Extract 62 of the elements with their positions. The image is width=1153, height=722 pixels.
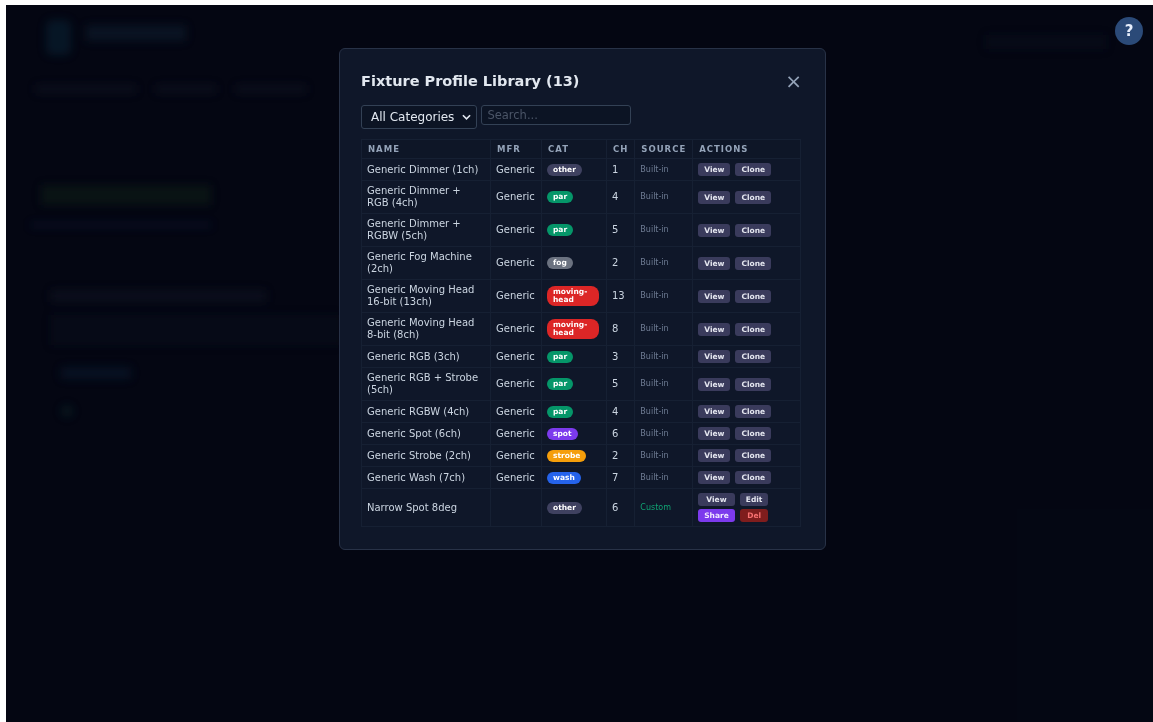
table-cell: Built-in	[634, 444, 693, 467]
column-header: ACTIONS	[692, 139, 801, 159]
table-cell: Generic	[490, 367, 542, 401]
table-cell: Generic	[490, 180, 542, 214]
table-cell: Generic	[490, 279, 542, 313]
table-cell: Generic RGBW (4ch)	[361, 400, 491, 423]
table-cell: Built-in	[634, 345, 693, 368]
table-cell: 5	[606, 367, 635, 401]
table-cell: Built-in	[634, 246, 693, 280]
table-cell: Generic	[490, 246, 542, 280]
table-cell: Built-in	[634, 422, 693, 445]
table-cell: Generic Spot (6ch)	[361, 422, 491, 445]
table-cell: Generic Wash (7ch)	[361, 466, 491, 489]
dialog-title: Fixture Profile Library (13)	[361, 73, 580, 89]
table-cell: Generic Moving Head 8-bit (8ch)	[361, 312, 491, 346]
help-button[interactable]: ?	[1115, 17, 1143, 45]
table-cell: Generic	[490, 400, 542, 423]
table-cell: 13	[606, 279, 635, 313]
table-cell: Generic Dimmer + RGBW (5ch)	[361, 213, 491, 247]
table-cell: 8	[606, 312, 635, 346]
column-header: CH	[606, 139, 635, 159]
table-cell: Built-in	[634, 466, 693, 489]
table-cell: Built-in	[634, 279, 693, 313]
table-cell: 6	[606, 422, 635, 445]
table-cell: Built-in	[634, 158, 693, 181]
table-cell: Generic	[490, 422, 542, 445]
table-cell: Generic	[490, 466, 542, 489]
table-cell: 5	[606, 213, 635, 247]
category-select[interactable]: All Categories	[361, 105, 478, 129]
table-cell: Generic RGB + Strobe (5ch)	[361, 367, 491, 401]
column-header: MFR	[490, 139, 542, 159]
column-header: SOURCE	[634, 139, 693, 159]
table-cell: Custom	[634, 488, 693, 527]
table-cell: Generic Dimmer + RGB (4ch)	[361, 180, 491, 214]
table-cell: 2	[606, 246, 635, 280]
table-cell: Generic	[490, 312, 542, 346]
table-cell: Generic Fog Machine (2ch)	[361, 246, 491, 280]
column-header: NAME	[361, 139, 491, 159]
table-cell: 7	[606, 466, 635, 489]
table-cell: 4	[606, 180, 635, 214]
table-cell: Generic	[490, 158, 542, 181]
table-cell: Generic	[490, 345, 542, 368]
table-cell: Built-in	[634, 213, 693, 247]
table-cell: Generic Dimmer (1ch)	[361, 158, 491, 181]
chevron-icon	[462, 114, 472, 120]
table-cell: Generic Strobe (2ch)	[361, 444, 491, 467]
column-header: CAT	[541, 139, 607, 159]
table-cell: Generic RGB (3ch)	[361, 345, 491, 368]
table-cell: 2	[606, 444, 635, 467]
table-cell: Built-in	[634, 367, 693, 401]
table-cell: Generic Moving Head 16-bit (13ch)	[361, 279, 491, 313]
table-cell: 4	[606, 400, 635, 423]
table-cell: Built-in	[634, 180, 693, 214]
table-cell: 3	[606, 345, 635, 368]
table-cell: Generic	[490, 213, 542, 247]
table-cell: Generic	[490, 444, 542, 467]
table-cell: 6	[606, 488, 635, 527]
table-cell: Built-in	[634, 400, 693, 423]
table-cell: 1	[606, 158, 635, 181]
table-cell: Narrow Spot 8deg	[361, 488, 491, 527]
search-field[interactable]: Search...	[481, 105, 632, 125]
table-cell: Built-in	[634, 312, 693, 346]
